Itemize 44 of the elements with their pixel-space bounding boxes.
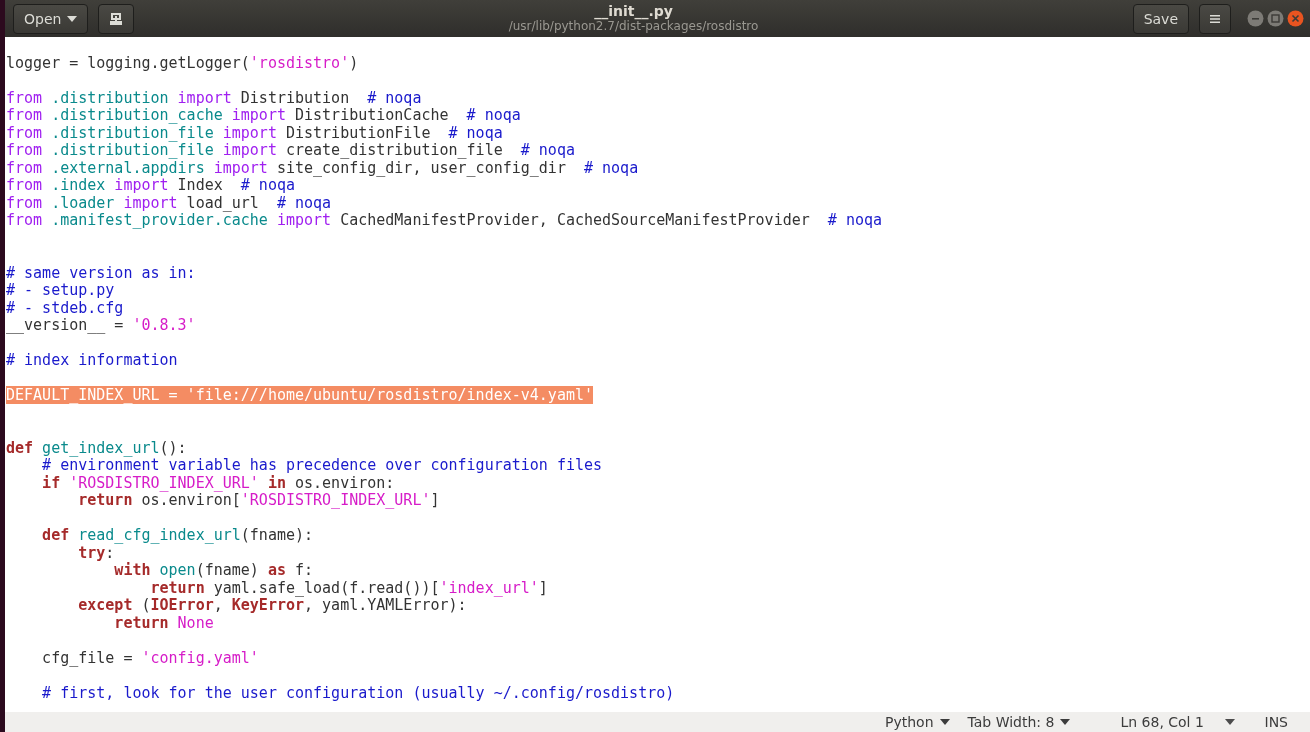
code-line: # first, look for the user configuration (usually ~/.config/rosdistro) bbox=[41, 683, 675, 702]
menu-button[interactable] bbox=[1199, 3, 1231, 34]
caret-icon bbox=[67, 15, 78, 22]
code-line: from .distribution import Distribution # noqa bbox=[6, 88, 422, 107]
open-button[interactable]: Open bbox=[13, 3, 89, 34]
code-line: return os.environ['ROSDISTRO_INDEX_URL'] bbox=[78, 491, 440, 509]
code-line: # same version as in: bbox=[6, 263, 196, 282]
tab-width-dropdown[interactable]: Tab Width: 8 bbox=[961, 714, 1077, 730]
cursor-position: Ln 68, Col 1 bbox=[1120, 714, 1204, 730]
code-line: if 'ROSDISTRO_INDEX_URL' in os.environ: bbox=[41, 473, 395, 492]
save-button[interactable]: Save bbox=[1132, 3, 1189, 34]
menu-icon bbox=[1209, 12, 1221, 25]
code-line: from .external.appdirs import site_config_dir, user_config_dir # noqa bbox=[6, 158, 639, 177]
caret-icon bbox=[939, 719, 950, 725]
file-path: /usr/lib/python2.7/dist-packages/rosdistro bbox=[508, 19, 759, 33]
code-line: try: bbox=[77, 543, 115, 562]
code-line: from .distribution_file import create_distribution_file # noqa bbox=[6, 141, 575, 159]
code-line: from .index import Index # noqa bbox=[6, 176, 295, 194]
code-line: def read_cfg_index_url(fname): bbox=[41, 526, 314, 544]
code-line: # - stdeb.cfg bbox=[6, 298, 124, 317]
code-line: with open(fname) as f: bbox=[113, 561, 314, 579]
code-line: from .loader import load_url # noqa bbox=[6, 193, 332, 212]
insert-mode: INS bbox=[1264, 714, 1288, 730]
caret-icon[interactable] bbox=[1224, 719, 1235, 725]
code-line: # environment variable has precedence over configuration files bbox=[41, 456, 603, 474]
maximize-button[interactable] bbox=[1267, 10, 1284, 27]
window-title: __init__.py bbox=[594, 4, 673, 20]
code-line: cfg_file = 'config.yaml' bbox=[41, 648, 259, 667]
code-line: __version__ = '0.8.3' bbox=[6, 316, 196, 334]
code-line: return None bbox=[113, 613, 214, 632]
close-button[interactable] bbox=[1287, 10, 1304, 27]
code-line: logger = logging.getLogger('rosdistro') bbox=[6, 53, 359, 72]
code-line: # - setup.py bbox=[6, 281, 115, 299]
code-line: from .manifest_provider.cache import CachedManifestProvider, CachedSourceManifestProvider # noqa bbox=[6, 211, 882, 229]
code-line: return yaml.safe_load(f.read())['index_url'] bbox=[149, 578, 548, 597]
code-line: except (IOError, KeyError, yaml.YAMLError): bbox=[77, 596, 467, 614]
language-dropdown[interactable]: Python bbox=[879, 714, 956, 730]
new-tab-button[interactable] bbox=[98, 3, 135, 34]
code-line: from .distribution_cache import DistributionCache # noqa bbox=[6, 106, 521, 124]
minimize-button[interactable] bbox=[1247, 10, 1264, 27]
code-line: # index information bbox=[6, 351, 178, 369]
code-line: from .distribution_file import DistributionFile # noqa bbox=[6, 123, 503, 142]
code-line: def get_index_url(): bbox=[6, 438, 187, 457]
caret-icon bbox=[1060, 719, 1071, 725]
